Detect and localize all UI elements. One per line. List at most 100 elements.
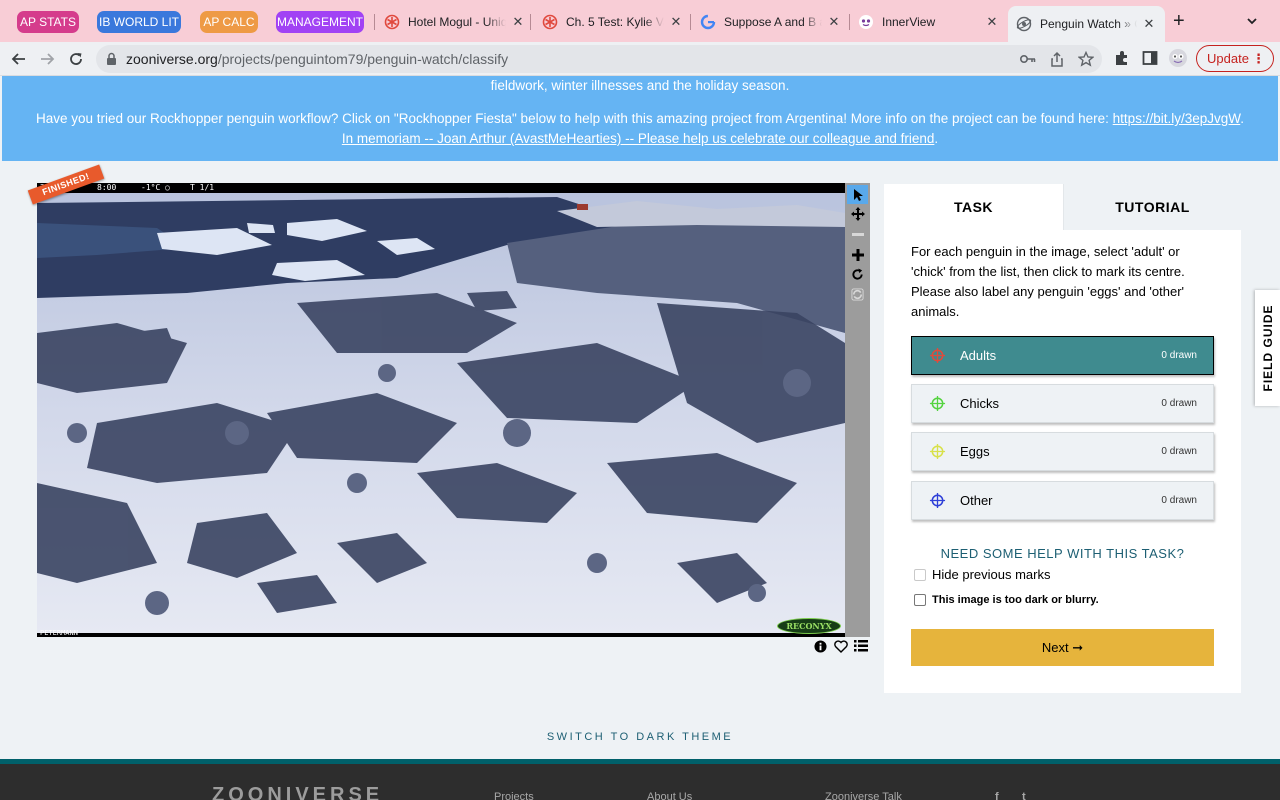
reset-view-icon[interactable] [847, 285, 868, 304]
rotate-icon[interactable] [847, 265, 868, 284]
subject-image[interactable]: 202 8:00 -1°C ○ T 1/1 PETERMANN RECONYX [37, 183, 845, 637]
asterisk-red-icon [384, 14, 400, 30]
tool-option-chicks[interactable]: Chicks 0 drawn [911, 384, 1214, 423]
new-tab-plus-icon[interactable]: + [1173, 11, 1185, 31]
tool-count: 0 drawn [1161, 398, 1197, 409]
announcement-line: Have you tried our Rockhopper penguin wo… [35, 111, 1244, 126]
tab-innerview[interactable]: InnerView ✕ [858, 8, 1000, 36]
forward-arrow-icon[interactable] [35, 47, 59, 71]
more-menu-icon[interactable]: ⋮ [1252, 46, 1265, 71]
tool-option-other[interactable]: Other 0 drawn [911, 481, 1214, 520]
camera-info-strip: 202 8:00 -1°C ○ T 1/1 [37, 183, 845, 193]
page-content: fieldwork, winter illnesses and the holi… [0, 76, 1280, 800]
zoom-in-icon[interactable] [847, 245, 868, 264]
lock-icon[interactable] [106, 52, 117, 71]
site-footer: ZOONIVERSE Projects About Us Zooniverse … [0, 759, 1280, 800]
announcement-line: In memoriam -- Joan Arthur (AvastMeHeart… [341, 131, 939, 146]
tab-group-ap-calc[interactable]: AP CALC [200, 11, 258, 33]
site-label: PETERMANN [40, 629, 78, 637]
zoom-out-icon[interactable] [847, 225, 868, 244]
tab-tutorial[interactable]: TUTORIAL [1063, 184, 1241, 230]
tab-task[interactable]: TASK [884, 184, 1063, 230]
crosshair-other-icon [929, 492, 946, 509]
moon-phase-icon: ○ [165, 183, 170, 192]
field-guide-tab[interactable]: FIELD GUIDE [1255, 290, 1280, 406]
hide-marks-row[interactable]: Hide previous marks [914, 567, 1051, 582]
bookmark-star-icon[interactable] [1077, 51, 1095, 67]
switch-dark-theme-button[interactable]: SWITCH TO DARK THEME [0, 731, 1280, 743]
url-text: zooniverse.org/projects/penguintom79/pen… [126, 51, 509, 67]
close-icon[interactable]: ✕ [510, 14, 526, 30]
tool-count: 0 drawn [1161, 495, 1197, 506]
tool-label: Adults [960, 348, 997, 363]
announcement-line: fieldwork, winter illnesses and the holi… [490, 78, 790, 93]
asterisk-red-icon [542, 14, 558, 30]
tab-strip: AP STATS IB WORLD LIT AP CALC MANAGEMENT… [0, 0, 1280, 42]
profile-avatar-icon[interactable] [1168, 48, 1188, 68]
hide-marks-label: Hide previous marks [932, 567, 1051, 582]
collections-list-icon[interactable] [854, 638, 868, 654]
help-link[interactable]: NEED SOME HELP WITH THIS TASK? [911, 546, 1214, 561]
bitly-link[interactable]: https://bit.ly/3epJvgW [1113, 111, 1241, 126]
tab-group-management[interactable]: MANAGEMENT [276, 11, 364, 33]
reload-icon[interactable] [64, 47, 88, 71]
footer-link-projects[interactable]: Projects [494, 791, 534, 800]
extensions-puzzle-icon[interactable] [1112, 48, 1132, 68]
tool-option-eggs[interactable]: Eggs 0 drawn [911, 432, 1214, 471]
zooniverse-icon [1016, 16, 1032, 32]
metadata-info-icon[interactable] [814, 638, 827, 654]
close-icon[interactable]: ✕ [984, 14, 1000, 30]
tab-hotel-mogul[interactable]: Hotel Mogul - Uniq ✕ [384, 8, 526, 36]
tab-group-ap-stats[interactable]: AP STATS [17, 11, 79, 33]
close-icon[interactable]: ✕ [1141, 16, 1157, 32]
side-panel-icon[interactable] [1140, 48, 1160, 68]
tab-title: Penguin Watch » C [1040, 17, 1137, 31]
key-icon[interactable] [1019, 51, 1037, 67]
tab-title: Ch. 5 Test: Kylie Va [566, 15, 664, 29]
image-toolbar [845, 183, 870, 637]
footer-link-about[interactable]: About Us [647, 791, 692, 800]
dark-blurry-row[interactable]: This image is too dark or blurry. [914, 594, 1099, 606]
hide-marks-checkbox[interactable] [914, 568, 926, 581]
tab-title: Hotel Mogul - Uniq [408, 15, 506, 29]
favorite-heart-icon[interactable] [834, 638, 848, 654]
facebook-icon[interactable]: f [995, 791, 999, 800]
memoriam-link[interactable]: In memoriam -- Joan Arthur (AvastMeHeart… [342, 131, 935, 146]
tab-group-ib-world-lit[interactable]: IB WORLD LIT [97, 11, 181, 33]
crosshair-eggs-icon [929, 443, 946, 460]
tool-count: 0 drawn [1161, 446, 1197, 457]
google-g-icon [700, 14, 716, 30]
dark-blurry-label: This image is too dark or blurry. [932, 594, 1099, 606]
close-icon[interactable]: ✕ [826, 14, 842, 30]
tool-label: Other [960, 493, 993, 508]
tab-penguin-watch[interactable]: Penguin Watch » C ✕ [1008, 6, 1165, 42]
twitter-icon[interactable]: t [1022, 791, 1026, 800]
innerview-icon [858, 14, 874, 30]
footer-link-talk[interactable]: Zooniverse Talk [825, 791, 902, 800]
tool-label: Chicks [960, 396, 1000, 411]
tab-search-chevron-icon[interactable] [1245, 14, 1259, 33]
tab-title: InnerView [882, 15, 936, 29]
address-bar[interactable]: zooniverse.org/projects/penguintom79/pen… [96, 45, 1102, 73]
pointer-tool-icon[interactable] [847, 185, 868, 204]
update-button[interactable]: Update ⋮ [1196, 45, 1274, 72]
tool-count: 0 drawn [1161, 350, 1197, 361]
move-tool-icon[interactable] [847, 204, 868, 223]
task-panel: TASK TUTORIAL For each penguin in the im… [884, 184, 1241, 693]
next-button[interactable]: Next ➞ [911, 629, 1214, 666]
reconyx-logo: RECONYX [777, 618, 841, 634]
crosshair-chicks-icon [929, 395, 946, 412]
share-icon[interactable] [1048, 51, 1066, 67]
tab-title: Suppose A and B ar [724, 15, 822, 29]
tool-option-adults[interactable]: Adults 0 drawn [911, 336, 1214, 375]
dark-blurry-checkbox[interactable] [914, 594, 926, 606]
snow-landscape-photo[interactable] [37, 183, 845, 637]
crosshair-adults-icon [929, 347, 946, 364]
zooniverse-logo[interactable]: ZOONIVERSE [212, 784, 383, 800]
tab-ch5-test[interactable]: Ch. 5 Test: Kylie Va ✕ [542, 8, 684, 36]
tool-label: Eggs [960, 444, 990, 459]
browser-toolbar: zooniverse.org/projects/penguintom79/pen… [0, 42, 1280, 76]
tab-suppose[interactable]: Suppose A and B ar ✕ [700, 8, 842, 36]
close-icon[interactable]: ✕ [668, 14, 684, 30]
back-arrow-icon[interactable] [7, 47, 31, 71]
